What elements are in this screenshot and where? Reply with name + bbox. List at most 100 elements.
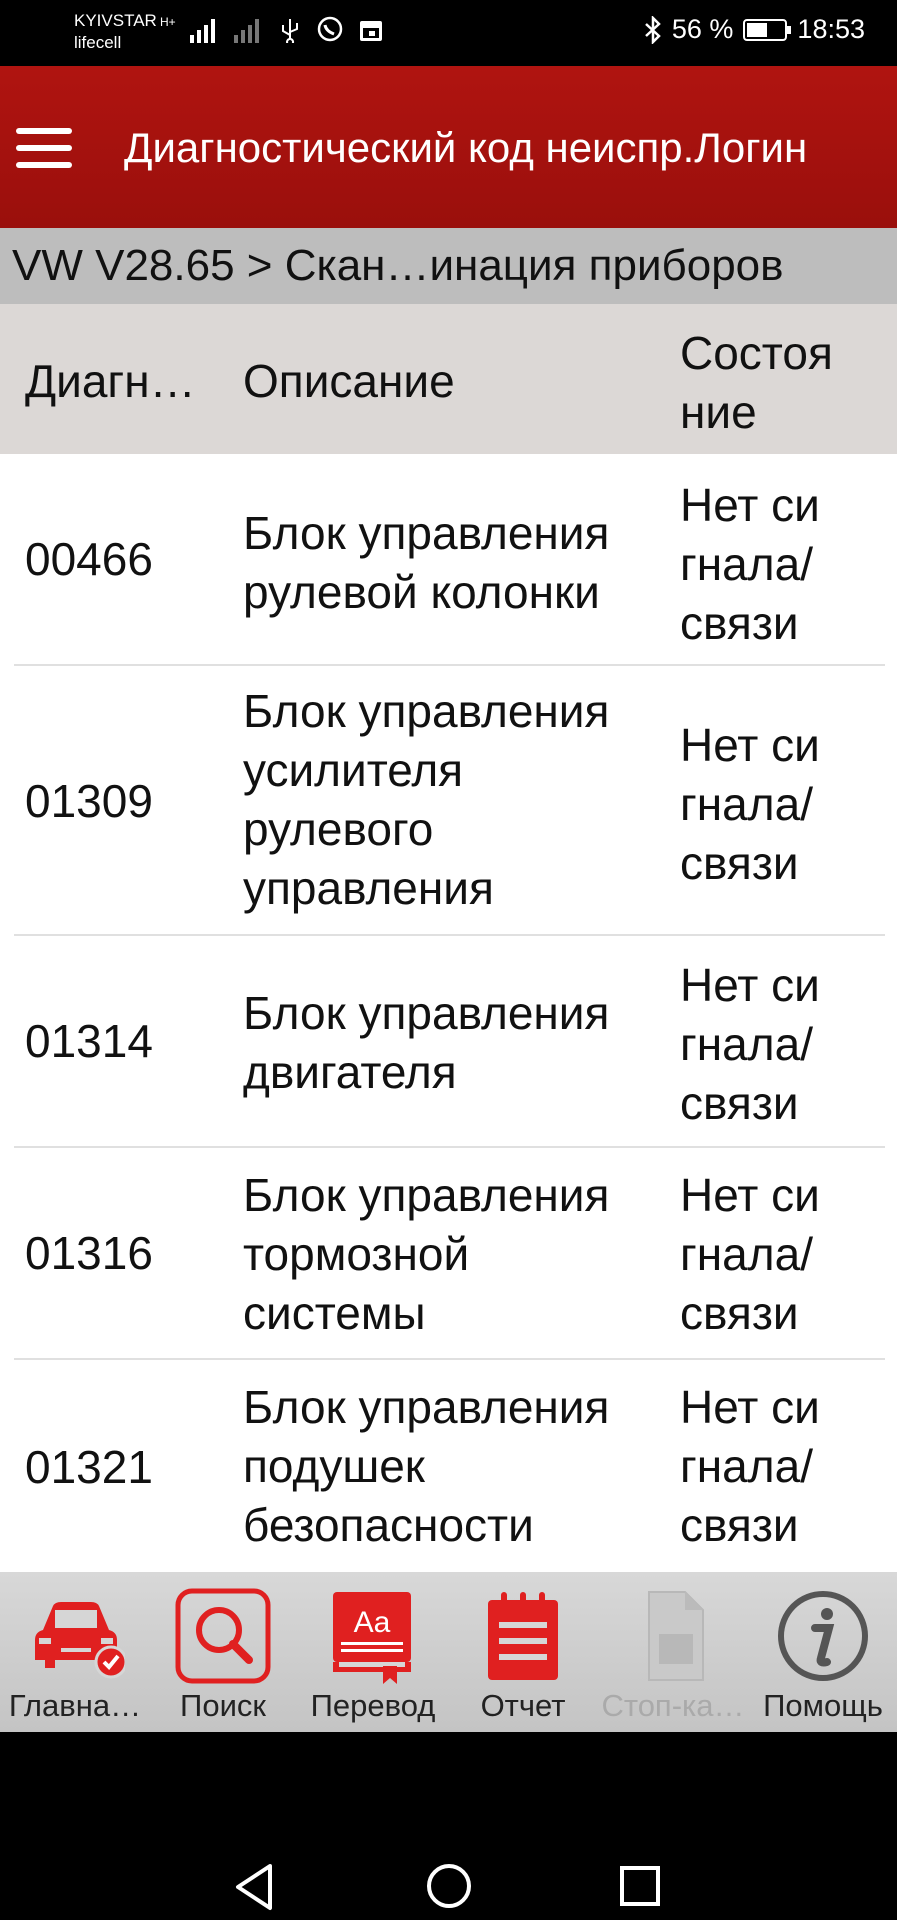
desc-line: тормозной <box>243 1228 470 1280</box>
column-header-description[interactable]: Описание <box>243 354 663 408</box>
nav-label: Отчет <box>480 1688 566 1723</box>
desc-line: рулевой колонки <box>243 566 600 618</box>
state-line: гнала/ <box>680 1228 813 1280</box>
table-row[interactable]: 01309 Блок управления усилителя рулевого… <box>0 666 897 936</box>
nav-label: Стоп-ка… <box>601 1688 745 1723</box>
nav-search[interactable]: Поиск <box>148 1572 298 1732</box>
state-line: Нет си <box>680 959 820 1011</box>
row-code: 01314 <box>25 1015 153 1067</box>
clock: 18:53 <box>797 14 865 44</box>
desc-line: Блок управления <box>243 685 610 737</box>
translate-book-icon: Aa <box>333 1592 411 1684</box>
desc-line: безопасности <box>243 1499 534 1551</box>
status-bar: KYIVSTAR lifecell H+ 56 % 18:53 <box>0 0 897 66</box>
row-state: Нет си гнала/ связи <box>680 1378 880 1555</box>
network-type-label: H+ <box>160 15 176 29</box>
desc-line: Блок управления <box>243 507 610 559</box>
svg-text:Aa: Aa <box>354 1606 391 1639</box>
battery-percent: 56 % <box>671 14 734 44</box>
calendar-icon <box>359 21 382 41</box>
state-line: гнала/ <box>680 1018 813 1070</box>
row-description: Блок управления подушек безопасности <box>243 1378 663 1555</box>
status-icons-right: 56 % 18:53 <box>644 14 865 45</box>
info-icon <box>778 1591 868 1681</box>
desc-line: Блок управления <box>243 1169 610 1221</box>
table-header: Диагн… Описание Состоя ние <box>0 304 897 454</box>
column-header-code[interactable]: Диагн… <box>25 354 225 408</box>
state-line: связи <box>680 1077 799 1129</box>
state-line: связи <box>680 1499 799 1551</box>
recents-icon[interactable] <box>618 1864 662 1908</box>
carrier-name-1: KYIVSTAR <box>74 11 157 30</box>
signal-icon <box>189 19 215 43</box>
state-line: Нет си <box>680 479 820 531</box>
signal-icon <box>233 19 259 43</box>
search-icon <box>175 1588 271 1684</box>
table-row[interactable]: 01316 Блок управления тормозной системы … <box>0 1148 897 1360</box>
bluetooth-icon <box>645 15 661 44</box>
row-code: 01309 <box>25 775 153 827</box>
desc-line: двигателя <box>243 1046 457 1098</box>
state-line: гнала/ <box>680 538 813 590</box>
fault-code-list[interactable]: 00466 Блок управления рулевой колонки Не… <box>0 454 897 1572</box>
nav-translate[interactable]: Aa Перевод <box>298 1572 448 1732</box>
nav-freeze-frame[interactable]: Стоп-ка… <box>598 1572 748 1732</box>
row-description: Блок управления тормозной системы <box>243 1166 663 1343</box>
nav-label: Главна… <box>8 1688 142 1723</box>
nav-home[interactable]: Главна… <box>0 1572 150 1732</box>
row-description: Блок управления двигателя <box>243 984 663 1102</box>
column-header-state-line: Состоя <box>680 327 833 379</box>
battery-level <box>747 22 768 37</box>
home-icon[interactable] <box>425 1862 473 1910</box>
battery-icon <box>743 18 792 41</box>
usb-icon <box>281 19 298 43</box>
row-state: Нет си гнала/ связи <box>680 716 880 893</box>
menu-icon[interactable] <box>16 128 72 168</box>
state-line: Нет си <box>680 719 820 771</box>
state-line: связи <box>680 597 799 649</box>
document-icon <box>648 1591 704 1681</box>
page-title: Диагностический код неиспр.Логин <box>124 124 808 171</box>
table-row[interactable]: 00466 Блок управления рулевой колонки Не… <box>0 454 897 666</box>
desc-line: рулевого <box>243 803 434 855</box>
row-state: Нет си гнала/ связи <box>680 1166 880 1343</box>
row-description: Блок управления усилителя рулевого управ… <box>243 682 663 918</box>
desc-line: усилителя <box>243 744 464 796</box>
nav-report[interactable]: Отчет <box>448 1572 598 1732</box>
desc-line: системы <box>243 1287 426 1339</box>
state-line: Нет си <box>680 1169 820 1221</box>
car-check-icon <box>35 1602 125 1679</box>
breadcrumb: VW V28.65 > Скан…инация приборов <box>0 228 897 304</box>
row-code: 01321 <box>25 1441 153 1493</box>
carrier-info: KYIVSTAR lifecell <box>74 10 157 54</box>
nav-help[interactable]: Помощь <box>748 1572 897 1732</box>
nav-label: Перевод <box>310 1688 436 1723</box>
row-code: 01316 <box>25 1227 153 1279</box>
app-bar: Диагностический код неиспр.Логин <box>0 66 897 228</box>
state-line: гнала/ <box>680 1440 813 1492</box>
nav-label: Поиск <box>180 1688 266 1723</box>
system-navigation-bar <box>0 1732 897 1920</box>
desc-line: Блок управления <box>243 1381 610 1433</box>
state-line: связи <box>680 837 799 889</box>
table-row[interactable]: 01321 Блок управления подушек безопаснос… <box>0 1360 897 1572</box>
report-notepad-icon <box>488 1592 558 1680</box>
row-state: Нет си гнала/ связи <box>680 956 880 1133</box>
bottom-nav: Главна… Поиск Aa Перевод Отчет Стоп-ка… … <box>0 1572 897 1732</box>
desc-line: управления <box>243 862 494 914</box>
viber-icon <box>317 16 342 42</box>
state-line: связи <box>680 1287 799 1339</box>
row-state: Нет си гнала/ связи <box>680 476 880 653</box>
back-icon[interactable] <box>232 1862 276 1912</box>
column-header-state-line: ние <box>680 386 757 438</box>
nav-label: Помощь <box>763 1688 883 1723</box>
carrier-name-2: lifecell <box>74 33 122 52</box>
column-header-state[interactable]: Состоя ние <box>680 324 880 442</box>
status-icons-left: H+ <box>160 15 384 44</box>
desc-line: Блок управления <box>243 987 610 1039</box>
row-description: Блок управления рулевой колонки <box>243 504 663 622</box>
desc-line: подушек <box>243 1440 425 1492</box>
state-line: гнала/ <box>680 778 813 830</box>
row-code: 00466 <box>25 533 153 585</box>
table-row[interactable]: 01314 Блок управления двигателя Нет си г… <box>0 936 897 1148</box>
